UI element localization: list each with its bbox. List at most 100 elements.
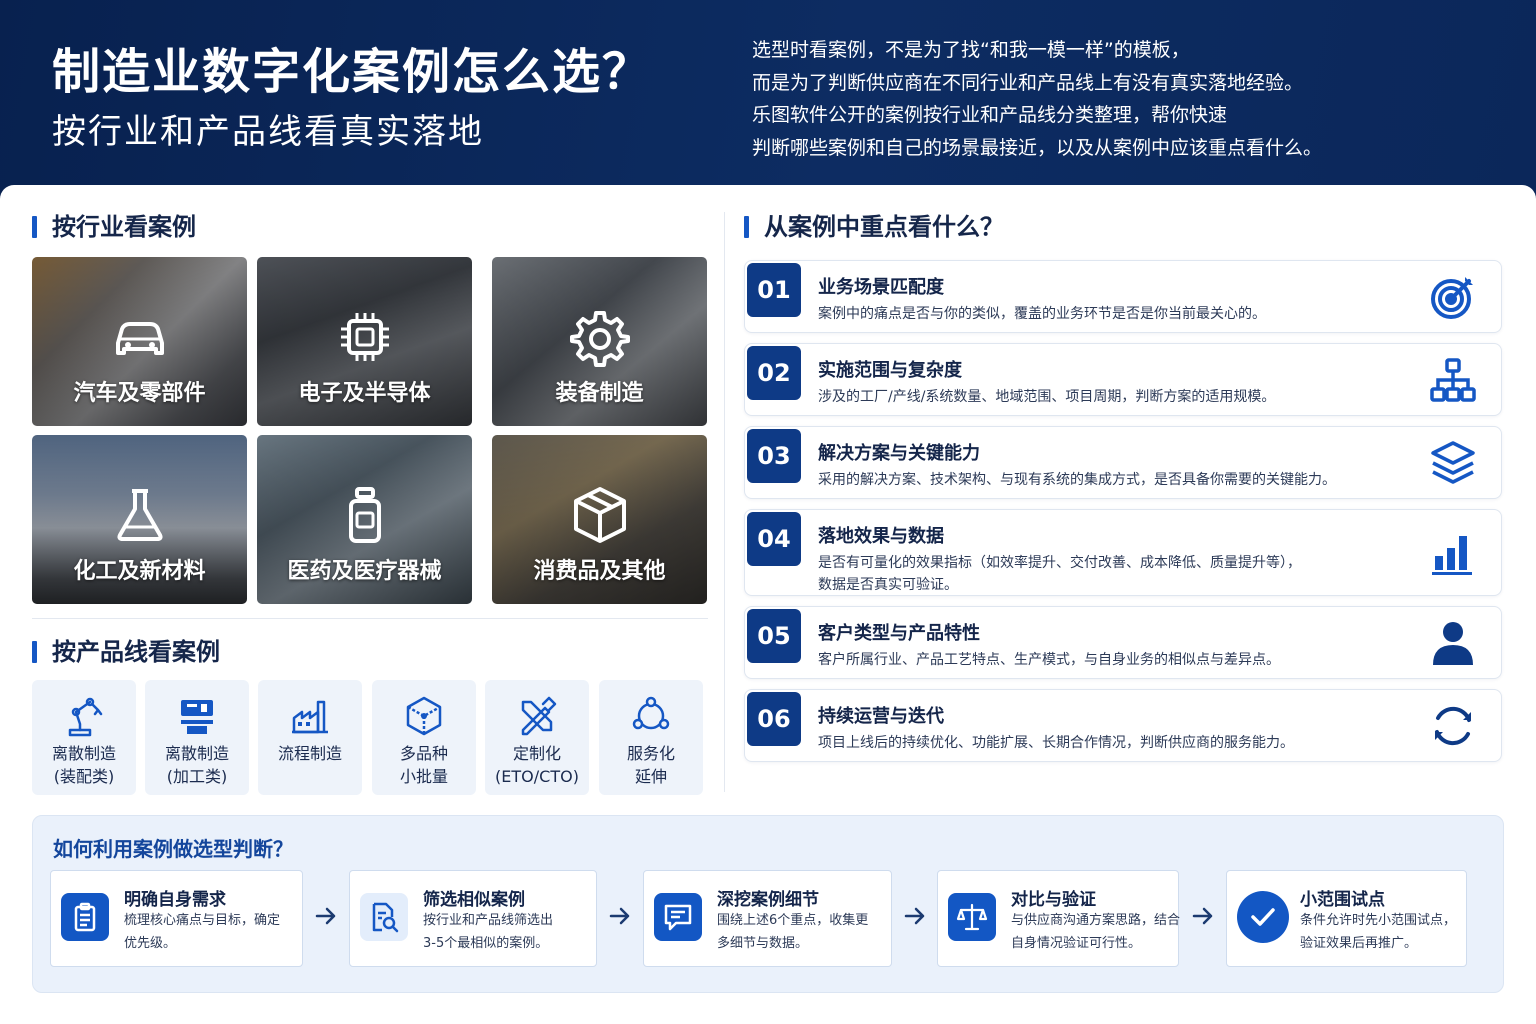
factory-icon [292, 700, 328, 734]
step-desc: 按行业和产品线筛选出 3-5个最相似的案例。 [423, 909, 553, 955]
intro-text: 选型时看案例，不是为了找“和我一模一样”的模板， 而是为了判断供应商在不同行业和… [752, 34, 1512, 164]
step-desc-line: 条件允许时先小范围试点， [1300, 913, 1457, 928]
page-title: 制造业数字化案例怎么选？ [52, 44, 653, 100]
step-icon-box [61, 893, 109, 941]
focus-title: 实施范围与复杂度 [818, 360, 962, 381]
focus-number: 01 [747, 263, 801, 317]
focus-number: 06 [747, 692, 801, 746]
intro-line: 判断哪些案例和自己的场景最接近，以及从案例中应该重点看什么。 [752, 136, 1323, 159]
layers-icon [1431, 441, 1475, 484]
product-line-label: 多品种 小批量 [372, 742, 476, 788]
step-desc-line: 按行业和产品线筛选出 [423, 913, 554, 928]
industry-tile-pharma[interactable]: 医药及医疗器械 [257, 435, 472, 604]
step-define-needs: 明确自身需求 梳理核心痛点与目标，确定 优先级。 [50, 870, 303, 967]
product-line-label: 离散制造 (装配类) [32, 742, 136, 788]
step-filter-cases: 筛选相似案例 按行业和产品线筛选出 3-5个最相似的案例。 [349, 870, 597, 967]
step-icon-box [654, 893, 702, 941]
focus-section-title: 从案例中重点看什么？ [744, 212, 1004, 242]
focus-point-06: 06 持续运营与迭代 项目上线后的持续优化、功能扩展、长期合作情况，判断供应商的… [744, 689, 1502, 762]
product-line-label-line1: 服务化 [626, 744, 675, 763]
focus-desc-line: 案例中的痛点是否与你的类似，覆盖的业务环节是否是你当前最关心的。 [818, 306, 1266, 322]
refresh-icon [1435, 706, 1471, 746]
product-line-label-line2: 延伸 [634, 767, 667, 786]
step-dig-details: 深挖案例细节 围绕上述6个重点，收集更 多细节与数据。 [643, 870, 892, 967]
step-icon-box [360, 893, 408, 941]
industry-tile-consumer[interactable]: 消费品及其他 [492, 435, 707, 604]
product-line-label-line1: 离散制造 [164, 744, 229, 763]
step-title: 小范围试点 [1300, 890, 1385, 910]
focus-title: 客户类型与产品特性 [818, 623, 980, 644]
product-line-label-line2: (装配类) [53, 767, 115, 786]
chat-icon [664, 904, 692, 931]
tile-label: 消费品及其他 [533, 559, 666, 584]
gear-icon [569, 311, 630, 367]
step-title: 明确自身需求 [124, 890, 226, 910]
step-title: 对比与验证 [1011, 890, 1096, 910]
industry-tile-chemical[interactable]: 化工及新材料 [32, 435, 247, 604]
focus-title: 持续运营与迭代 [818, 706, 944, 727]
step-desc-line: 多细节与数据。 [717, 936, 809, 951]
industry-tile-automotive[interactable]: 汽车及零部件 [32, 257, 247, 426]
intro-line: 选型时看案例，不是为了找“和我一模一样”的模板， [752, 39, 1190, 61]
robot-arm-icon [68, 697, 103, 737]
check-circle-icon [1251, 908, 1275, 926]
focus-point-04: 04 落地效果与数据 是否有可量化的效果指标（如效率提升、交付改善、成本降低、质… [744, 509, 1502, 596]
bar-chart-icon [1432, 536, 1472, 575]
step-desc: 围绕上述6个重点，收集更 多细节与数据。 [717, 909, 868, 955]
tile-label: 装备制造 [555, 381, 644, 406]
product-line-label-line2: 小批量 [399, 767, 448, 786]
focus-desc-line: 数据是否真实可验证。 [818, 577, 958, 593]
focus-point-02: 02 实施范围与复杂度 涉及的工厂/产线/系统数量、地域范围、项目周期，判断方案… [744, 343, 1502, 416]
product-line-label-line2: (ETO/CTO) [495, 767, 579, 786]
product-line-custom[interactable]: 定制化 (ETO/CTO) [485, 680, 589, 795]
focus-point-03: 03 解决方案与关键能力 采用的解决方案、技术架构、与现有系统的集成方式，是否具… [744, 426, 1502, 499]
user-icon [1433, 622, 1473, 665]
product-line-label: 离散制造 (加工类) [145, 742, 249, 788]
cnc-machine-icon [181, 700, 213, 734]
focus-title: 解决方案与关键能力 [818, 443, 980, 464]
focus-desc-line: 项目上线后的持续优化、功能扩展、长期合作情况，判断供应商的服务能力。 [818, 735, 1294, 751]
focus-desc-line: 客户所属行业、产品工艺特点、生产模式，与自身业务的相似点与差异点。 [818, 652, 1280, 668]
product-line-label-line1: 流程制造 [277, 744, 342, 763]
focus-point-01: 01 业务场景匹配度 案例中的痛点是否与你的类似，覆盖的业务环节是否是你当前最关… [744, 260, 1502, 333]
product-line-process[interactable]: 流程制造 [258, 680, 362, 795]
clipboard-icon [74, 902, 96, 932]
tile-label: 化工及新材料 [73, 559, 206, 584]
focus-title: 落地效果与数据 [818, 526, 944, 547]
focus-desc: 涉及的工厂/产线/系统数量、地域范围、项目周期，判断方案的适用规模。 [818, 386, 1275, 408]
tile-label: 医药及医疗器械 [287, 559, 442, 584]
target-icon [1431, 277, 1473, 319]
tile-label: 电子及半导体 [298, 381, 431, 406]
product-line-high-mix[interactable]: 多品种 小批量 [372, 680, 476, 795]
product-line-discrete-machining[interactable]: 离散制造 (加工类) [145, 680, 249, 795]
product-line-label: 定制化 (ETO/CTO) [485, 742, 589, 788]
step-icon-box [948, 893, 996, 941]
howto-title: 如何利用案例做选型判断？ [53, 837, 293, 861]
arrow-right-icon [904, 907, 925, 925]
arrow-right-icon [1192, 907, 1213, 925]
industry-tile-electronics[interactable]: 电子及半导体 [257, 257, 472, 426]
org-chart-icon [1430, 358, 1476, 402]
industry-tile-equipment[interactable]: 装备制造 [492, 257, 707, 426]
design-tools-icon [521, 696, 557, 736]
product-line-servitization[interactable]: 服务化 延伸 [599, 680, 703, 795]
step-desc: 条件允许时先小范围试点， 验证效果后再推广。 [1300, 909, 1456, 955]
page-subtitle: 按行业和产品线看真实落地 [52, 112, 484, 152]
product-line-discrete-assembly[interactable]: 离散制造 (装配类) [32, 680, 136, 795]
focus-number: 05 [747, 609, 801, 663]
step-desc-line: 围绕上述6个重点，收集更 [717, 913, 869, 928]
step-title: 筛选相似案例 [423, 890, 525, 910]
focus-number: 03 [747, 429, 801, 483]
product-line-label-line1: 定制化 [512, 744, 561, 763]
document-search-icon [372, 902, 399, 933]
product-line-label: 服务化 延伸 [599, 742, 703, 788]
step-desc-line: 优先级。 [124, 936, 177, 951]
focus-desc: 客户所属行业、产品工艺特点、生产模式，与自身业务的相似点与差异点。 [818, 649, 1280, 671]
focus-desc: 项目上线后的持续优化、功能扩展、长期合作情况，判断供应商的服务能力。 [818, 732, 1294, 754]
arrow-right-icon [609, 907, 630, 925]
industry-section-title: 按行业看案例 [32, 212, 196, 242]
arrow-right-icon [315, 907, 336, 925]
step-title: 深挖案例细节 [717, 890, 819, 910]
focus-desc-line: 采用的解决方案、技术架构、与现有系统的集成方式，是否具备你需要的关键能力。 [818, 472, 1336, 488]
step-desc-line: 3-5个最相似的案例。 [423, 936, 549, 951]
